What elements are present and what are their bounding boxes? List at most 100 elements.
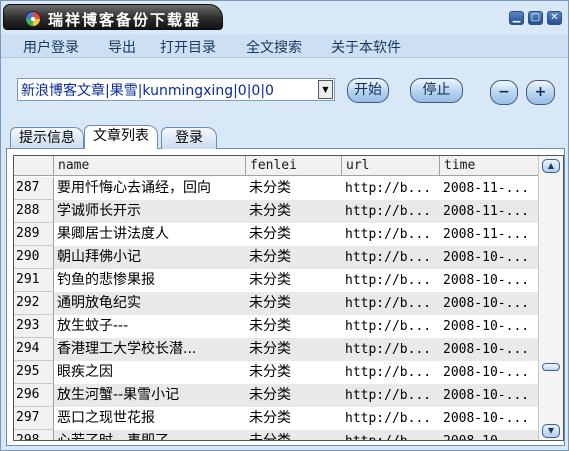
stop-button[interactable]: 停止: [410, 78, 463, 103]
cell-name: 要用忏悔心去诵经，回向: [57, 180, 211, 196]
table-row[interactable]: 恶口之现世花报 未分类 http://b... 2008-10-...: [54, 407, 548, 430]
table-row[interactable]: 钓鱼的悲惨果报 未分类 http://b... 2008-10-...: [54, 269, 548, 292]
table-row[interactable]: 要用忏悔心去诵经，回向 未分类 http://b... 2008-11-...: [54, 177, 548, 200]
cell-fenlei: 未分类: [249, 387, 291, 403]
close-button[interactable]: ✕: [547, 11, 562, 25]
table-row[interactable]: 放生河蟹--果雪小记 未分类 http://b... 2008-10-...: [54, 384, 548, 407]
table-row[interactable]: 果卿居士讲法度人 未分类 http://b... 2008-11-...: [54, 223, 548, 246]
cell-url: http://b...: [345, 181, 432, 196]
tab-article-list[interactable]: 文章列表: [84, 125, 158, 149]
cell-name: 心若了时，事即了: [57, 433, 169, 441]
menu-bar: 用户登录 导出 打开目录 全文搜索 关于本软件: [1, 34, 568, 58]
cell-name: 学诚师长开示: [57, 203, 141, 219]
title-pill: 瑞祥博客备份下载器: [3, 4, 223, 30]
cell-url: http://b...: [345, 296, 432, 311]
cell-url: http://b...: [345, 388, 432, 403]
row-number[interactable]: 294: [14, 338, 54, 361]
column-header-url[interactable]: url: [342, 156, 440, 176]
corner-cell: [14, 156, 54, 176]
cell-fenlei: 未分类: [249, 433, 291, 441]
table-row[interactable]: 通明放龟纪实 未分类 http://b... 2008-10-...: [54, 292, 548, 315]
cell-time: 2008-10-...: [443, 342, 530, 357]
tab-hint-info[interactable]: 提示信息: [10, 127, 84, 149]
table-row[interactable]: 心若了时，事即了 未分类 http://b...2008-10-...: [54, 430, 548, 441]
row-number[interactable]: 288: [14, 200, 54, 223]
table-row[interactable]: 朝山拜佛小记 未分类 http://b... 2008-10-...: [54, 246, 548, 269]
cell-time: 2008-10-...: [443, 411, 530, 426]
minimize-button[interactable]: ▁: [509, 11, 524, 25]
cell-url: http://b...: [345, 365, 432, 380]
vertical-scrollbar[interactable]: ▲ ▼: [538, 156, 563, 440]
cell-time: 2008-11-...: [443, 181, 530, 196]
row-number[interactable]: 293: [14, 315, 54, 338]
add-button[interactable]: +: [526, 80, 555, 105]
row-number[interactable]: 289: [14, 223, 54, 246]
tab-login[interactable]: 登录: [161, 127, 217, 149]
scroll-up-icon[interactable]: ▲: [542, 159, 560, 173]
cell-fenlei: 未分类: [249, 295, 291, 311]
row-number[interactable]: 295: [14, 361, 54, 384]
table-row[interactable]: 眼疾之因 未分类 http://b... 2008-10-...: [54, 361, 548, 384]
column-header-time[interactable]: time: [440, 156, 548, 176]
menu-open-folder[interactable]: 打开目录: [160, 37, 216, 57]
cell-time: 2008-10-...: [440, 430, 548, 440]
row-number[interactable]: 292: [14, 292, 54, 315]
cell-name: 钓鱼的悲惨果报: [57, 272, 155, 288]
remove-button[interactable]: −: [490, 80, 518, 105]
cell-url: http://b...: [345, 227, 432, 242]
cell-name: 眼疾之因: [57, 364, 113, 380]
cell-url: http://b...: [345, 204, 432, 219]
cell-name: 果卿居士讲法度人: [57, 226, 169, 242]
blog-source-select[interactable]: 新浪博客文章|果雪|kunmingxing|0|0|0 ▼: [17, 78, 335, 101]
cell-time: 2008-10-...: [443, 250, 530, 265]
cell-url: http://b...: [345, 342, 432, 357]
scroll-down-icon[interactable]: ▼: [542, 424, 560, 438]
column-header-name[interactable]: name: [54, 156, 246, 176]
row-number[interactable]: 287: [14, 177, 54, 200]
start-button[interactable]: 开始: [347, 78, 389, 103]
cell-fenlei: 未分类: [249, 318, 291, 334]
cell-fenlei: 未分类: [249, 272, 291, 288]
column-header-fenlei[interactable]: fenlei: [246, 156, 342, 176]
cell-time: 2008-10-...: [443, 296, 530, 311]
cell-url: http://b...: [342, 430, 440, 440]
cell-time: 2008-10-...: [443, 319, 530, 334]
menu-user-login[interactable]: 用户登录: [23, 37, 79, 57]
window-title: 瑞祥博客备份下载器: [48, 11, 202, 29]
cell-time: 2008-11-...: [443, 227, 530, 242]
blog-source-value: 新浪博客文章|果雪|kunmingxing|0|0|0: [21, 83, 274, 99]
row-number[interactable]: 290: [14, 246, 54, 269]
cell-url: http://b...: [345, 273, 432, 288]
table-row[interactable]: 香港理工大学校长潜... 未分类 http://b... 2008-10-...: [54, 338, 548, 361]
cell-fenlei: 未分类: [249, 203, 291, 219]
cell-fenlei: 未分类: [249, 364, 291, 380]
menu-fulltext-search[interactable]: 全文搜索: [246, 37, 302, 57]
cell-url: http://b...: [345, 411, 432, 426]
cell-fenlei: 未分类: [249, 410, 291, 426]
row-number[interactable]: 297: [14, 407, 54, 430]
table-row[interactable]: 学诚师长开示 未分类 http://b... 2008-11-...: [54, 200, 548, 223]
cell-time: 2008-10-...: [443, 365, 530, 380]
row-number[interactable]: 298: [14, 430, 54, 440]
maximize-button[interactable]: ▢: [528, 11, 543, 25]
cell-name: 恶口之现世花报: [57, 410, 155, 426]
table-row[interactable]: 放生蚊子--- 未分类 http://b... 2008-10-...: [54, 315, 548, 338]
cell-fenlei: 未分类: [249, 249, 291, 265]
dropdown-arrow-icon[interactable]: ▼: [318, 80, 333, 99]
menu-export[interactable]: 导出: [108, 37, 136, 57]
cell-name: 香港理工大学校长潜...: [57, 341, 197, 357]
row-number[interactable]: 296: [14, 384, 54, 407]
title-bar[interactable]: 瑞祥博客备份下载器 ▁ ▢ ✕: [1, 1, 568, 34]
scroll-thumb[interactable]: [542, 362, 560, 371]
cell-url: http://b...: [345, 250, 432, 265]
cell-url: http://b...: [345, 319, 432, 334]
cell-name: 朝山拜佛小记: [57, 249, 141, 265]
row-number[interactable]: 291: [14, 269, 54, 292]
article-table: name fenlei url time 287 要用忏悔心去诵经，回向未分类 ht…: [13, 155, 564, 441]
cell-time: 2008-11-...: [443, 204, 530, 219]
menu-about[interactable]: 关于本软件: [331, 37, 401, 57]
cell-time: 2008-10-...: [443, 273, 530, 288]
table-header: name fenlei url time: [14, 156, 548, 176]
app-logo-icon: [25, 11, 41, 27]
cell-name: 放生河蟹--果雪小记: [57, 387, 180, 403]
